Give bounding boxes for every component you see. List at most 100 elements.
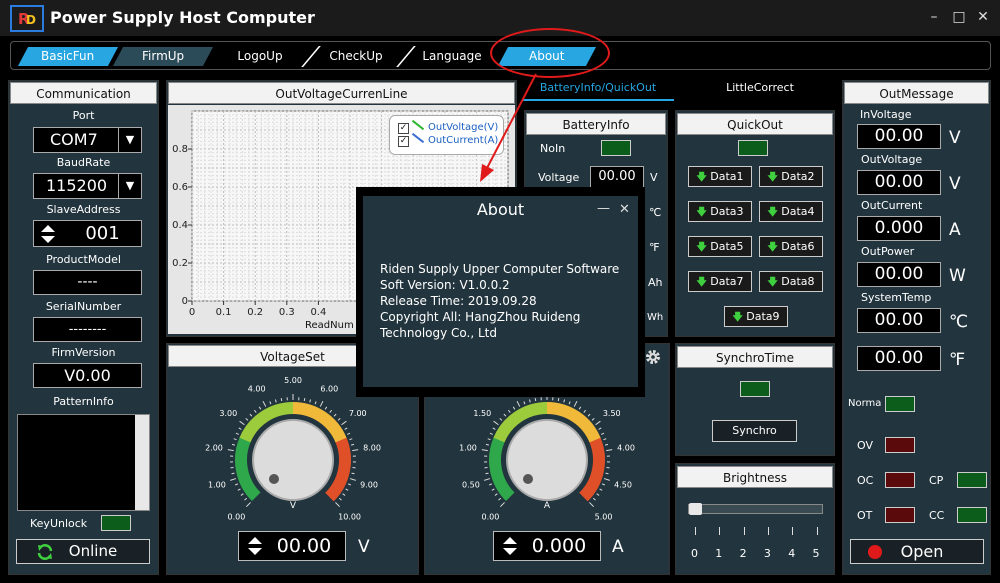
dial-tick <box>592 497 596 501</box>
subtab-littlecorrect[interactable]: LittleCorrect <box>690 79 830 99</box>
app-logo-icon: R D <box>10 5 44 32</box>
app-title: Power Supply Host Computer <box>50 8 315 27</box>
about-line-2: Soft Version: V1.0.0.2 <box>380 278 510 292</box>
dial-tick <box>573 400 578 407</box>
x-tick-label: 0.4 <box>310 307 326 318</box>
dial-tick <box>347 432 351 435</box>
battery-temp-unit: ℃ <box>649 206 662 219</box>
data7-button[interactable]: 🡇 Data7 <box>688 271 752 292</box>
knob <box>252 419 334 501</box>
dial-tick <box>238 427 242 430</box>
dial-tick <box>314 401 317 405</box>
brightness-tick <box>719 527 721 535</box>
dial-tick-label: 4.00 <box>617 443 635 452</box>
dial-tick <box>485 443 490 446</box>
dial-tick <box>601 483 606 486</box>
about-close-button[interactable]: ✕ <box>619 202 630 217</box>
noin-led <box>601 140 631 156</box>
dial-tick <box>603 478 610 481</box>
synchrotime-title: SynchroTime <box>677 346 833 368</box>
dial-tick <box>606 449 613 452</box>
dial-tick <box>534 398 537 402</box>
system-temp-unit: ℃ <box>949 312 969 332</box>
data6-button[interactable]: 🡇 Data6 <box>759 236 823 257</box>
stepper-arrows-icon[interactable] <box>247 536 263 556</box>
dial-tick <box>499 502 505 508</box>
cc-led <box>957 507 987 523</box>
dial-tick <box>528 399 531 403</box>
brightness-tick-label: 5 <box>812 547 820 560</box>
data4-button[interactable]: 🡇 Data4 <box>759 201 823 222</box>
dial-tick <box>351 472 355 475</box>
temp-f-value: 00.00 <box>857 346 941 371</box>
data2-button[interactable]: 🡇 Data2 <box>759 166 823 187</box>
brightness-slider-track[interactable] <box>688 504 823 514</box>
in-voltage-value: 00.00 <box>857 124 941 149</box>
dial-tick <box>240 493 244 496</box>
minimize-button[interactable]: – <box>925 8 943 26</box>
dial-tick <box>596 493 600 496</box>
about-minimize-button[interactable]: — <box>597 201 610 216</box>
dial-tick <box>230 478 237 481</box>
battery-voltage-unit: V <box>650 171 658 184</box>
dial-tick <box>235 432 239 435</box>
dial-tick <box>349 438 353 441</box>
tab-firmup[interactable]: FirmUp <box>112 47 214 66</box>
dial-tick-label: 5.00 <box>284 376 302 385</box>
data3-button[interactable]: 🡇 Data3 <box>688 201 752 222</box>
dial-tick <box>605 472 609 475</box>
dial-tick <box>595 420 601 426</box>
dial-tick <box>350 443 355 446</box>
battery-voltage-value: 00.00 <box>590 166 644 188</box>
dial-tick <box>262 400 267 407</box>
stepper-arrows-icon[interactable] <box>40 224 56 244</box>
tab-checkup[interactable]: CheckUp <box>311 47 401 66</box>
battery-tempf-unit: ℉ <box>649 241 660 254</box>
about-line-3: Release Time: 2019.09.28 <box>380 294 537 308</box>
knob <box>506 419 588 501</box>
firm-version-label: FirmVersion <box>51 346 116 359</box>
keyunlock-label: KeyUnlock <box>30 517 88 530</box>
close-button[interactable]: ✕ <box>974 8 992 26</box>
chevron-down-icon[interactable]: ▼ <box>118 128 141 152</box>
dial-tick <box>239 420 245 426</box>
tab-basicfun[interactable]: BasicFun <box>17 47 119 66</box>
synchro-led <box>740 381 770 397</box>
dial-tick <box>489 432 493 435</box>
dial-tick <box>253 409 257 413</box>
dial-tick <box>341 420 347 426</box>
data5-button[interactable]: 🡇 Data5 <box>688 236 752 257</box>
data8-button[interactable]: 🡇 Data8 <box>759 271 823 292</box>
battery-ah-unit: Ah <box>648 276 663 289</box>
dial-tick <box>280 398 283 402</box>
cp-label: CP <box>929 474 944 487</box>
maximize-button[interactable]: □ <box>950 8 968 26</box>
stepper-arrows-icon[interactable] <box>502 536 518 556</box>
cc-label: CC <box>929 509 945 522</box>
legend-checkbox-current[interactable]: ✓ <box>398 136 409 147</box>
chevron-down-icon[interactable]: ▼ <box>118 174 141 198</box>
brightness-title: Brightness <box>677 466 833 488</box>
brightness-tick-label: 2 <box>739 547 747 560</box>
data9-button[interactable]: 🡇 Data9 <box>724 306 788 327</box>
gear-icon[interactable] <box>644 348 662 366</box>
data1-button[interactable]: 🡇 Data1 <box>688 166 752 187</box>
dial-tick <box>227 449 234 452</box>
dial-tick <box>481 449 488 452</box>
y-tick-label: 0.2 <box>172 258 188 269</box>
pattern-info-scrollbar[interactable] <box>135 415 149 510</box>
legend-checkbox-voltage[interactable]: ✓ <box>398 123 409 134</box>
synchro-button[interactable]: Synchro <box>712 420 797 442</box>
dial-tick-label: 5.00 <box>595 513 613 522</box>
tab-logoup[interactable]: LogoUp <box>215 47 305 66</box>
brightness-tick <box>816 527 818 535</box>
dial-tick <box>233 438 237 441</box>
dial-tick <box>503 413 507 417</box>
dial-tick <box>244 497 248 501</box>
brightness-slider-thumb[interactable] <box>689 503 702 515</box>
dial-tick <box>269 401 272 405</box>
dial-tick <box>491 488 495 491</box>
chart-xlabel: ReadNum <box>305 320 354 331</box>
keyunlock-led <box>101 515 131 531</box>
tab-language[interactable]: Language <box>407 47 497 66</box>
